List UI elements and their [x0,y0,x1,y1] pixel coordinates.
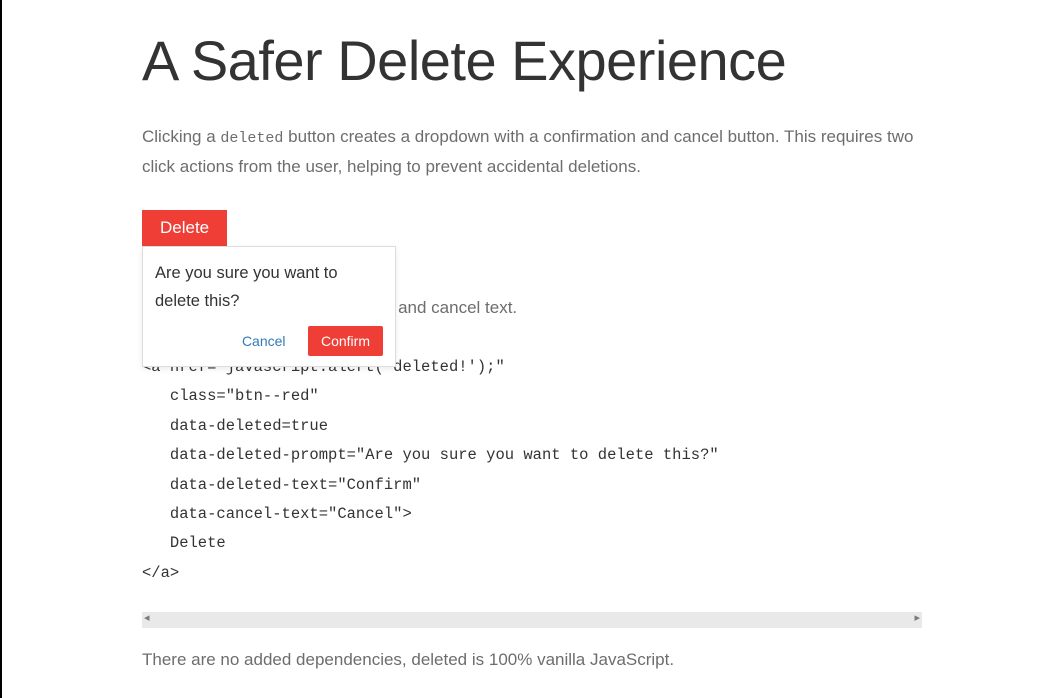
horizontal-scrollbar[interactable] [142,612,922,628]
code-block: <a href="javascript:alert('deleted!');" … [142,353,922,589]
cancel-link[interactable]: Cancel [242,333,286,349]
footer-text: There are no added dependencies, deleted… [142,646,922,673]
intro-paragraph: Clicking a deleted button creates a drop… [142,122,922,182]
codeblock-wrap: <a href="javascript:alert('deleted!');" … [142,353,922,599]
page-container: A Safer Delete Experience Clicking a del… [142,0,922,673]
intro-code: deleted [220,130,283,147]
dropdown-actions: Cancel Confirm [155,326,383,356]
dropdown-prompt: Are you sure you want to delete this? [155,259,383,317]
intro-pre: Clicking a [142,127,220,146]
delete-button[interactable]: Delete [142,210,227,246]
confirm-dropdown: Are you sure you want to delete this? Ca… [142,246,396,368]
page-title: A Safer Delete Experience [142,30,922,92]
demo-area: Delete Are you sure you want to delete t… [142,210,922,321]
confirm-button[interactable]: Confirm [308,326,383,356]
